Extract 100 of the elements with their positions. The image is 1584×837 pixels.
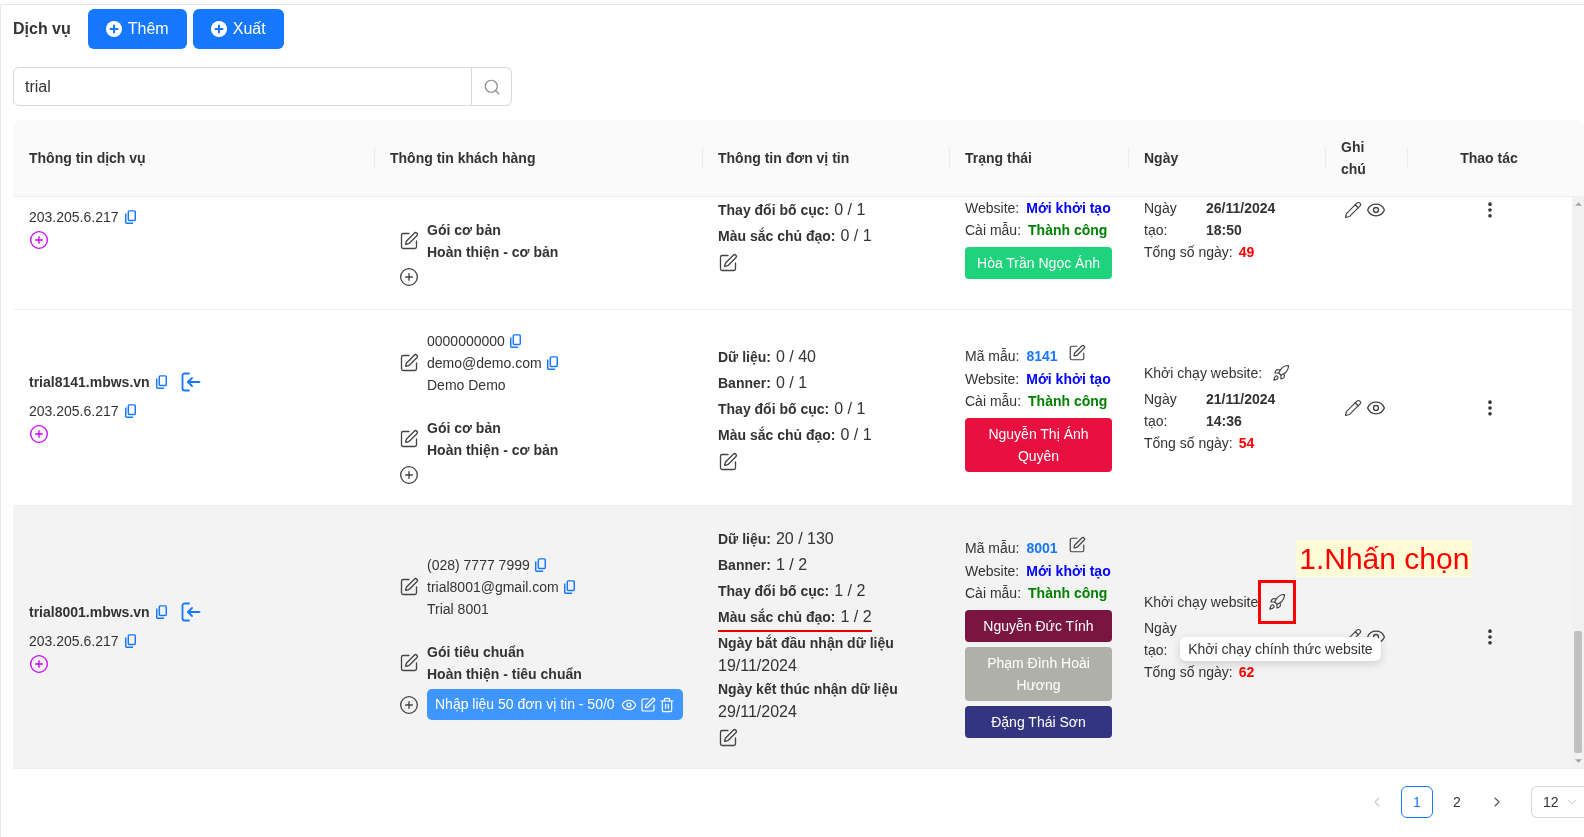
column-header: Trạng thái xyxy=(964,149,1032,168)
copy-icon[interactable] xyxy=(124,633,136,648)
period-label: Ngày bắt đầu nhận dữ liệu xyxy=(718,633,895,653)
column-header: Ghi chú xyxy=(1340,138,1367,179)
stat-label: Màu sắc chủ đạo: xyxy=(718,607,836,627)
scrollbar[interactable] xyxy=(1572,197,1584,769)
plus-circle-icon[interactable] xyxy=(399,267,419,287)
search-field[interactable]: trial xyxy=(13,67,472,106)
total-days-value: 62 xyxy=(1238,663,1255,682)
edit-icon[interactable] xyxy=(1067,536,1086,554)
page-title: Dịch vụ xyxy=(13,19,71,39)
created-label: Ngày tạo: xyxy=(1144,389,1177,431)
copy-icon[interactable] xyxy=(155,375,167,389)
email-text: trial8001@gmail.com xyxy=(427,578,559,597)
plus-circle-icon xyxy=(105,21,122,37)
total-days-label: Tổng số ngày: xyxy=(1144,433,1233,453)
package-text: Gói tiêu chuẩn xyxy=(427,643,526,662)
staff-tag: Nguyễn Đức Tính xyxy=(965,610,1112,642)
created-time: 18:50 xyxy=(1206,221,1243,240)
stat-value: 0 / 1 xyxy=(775,372,808,393)
status-value: Thành công xyxy=(1028,391,1108,411)
stat-label: Dữ liệu: xyxy=(718,530,771,549)
copy-icon[interactable] xyxy=(534,558,546,572)
page-button[interactable]: 1 xyxy=(1401,786,1433,818)
column-header: Thông tin đơn vị tin xyxy=(717,149,850,168)
period-date: 19/11/2024 xyxy=(718,656,798,676)
plus-circle-icon[interactable] xyxy=(399,465,419,485)
domain-text: trial8141.mbws.vn xyxy=(29,373,150,392)
ip-address-text: 203.205.6.217 xyxy=(29,208,119,227)
status-value: Thành công xyxy=(1028,221,1108,240)
package-text: Hoàn thiện - cơ bản xyxy=(427,243,559,262)
rocket-icon[interactable] xyxy=(1268,593,1287,611)
copy-icon[interactable] xyxy=(546,356,558,370)
edit-icon[interactable] xyxy=(399,653,419,673)
toolbar-button[interactable]: Thêm xyxy=(87,9,187,49)
copy-icon[interactable] xyxy=(509,334,521,348)
pencil-icon[interactable] xyxy=(1344,398,1362,417)
copy-icon[interactable] xyxy=(124,404,136,418)
trash-icon[interactable] xyxy=(658,696,675,713)
stat-label: Thay đổi bố cục: xyxy=(718,201,830,220)
total-days-value: 54 xyxy=(1238,433,1255,453)
edit-icon[interactable] xyxy=(399,231,419,251)
pencil-icon[interactable] xyxy=(1344,201,1362,219)
page-size-select[interactable]: 12 xyxy=(1531,786,1584,818)
period-label: Ngày kết thúc nhận dữ liệu xyxy=(718,680,899,699)
stat-value: 1 / 2 xyxy=(834,581,866,601)
edit-icon[interactable] xyxy=(718,728,738,748)
status-value: Mới khởi tạo xyxy=(1026,562,1111,581)
plus-circle-icon[interactable] xyxy=(29,424,49,444)
stat-value: 0 / 1 xyxy=(834,398,866,419)
page-button[interactable]: 2 xyxy=(1441,786,1473,818)
status-value: Mới khởi tạo xyxy=(1026,369,1111,389)
toolbar-button[interactable]: Xuất xyxy=(192,9,284,49)
status-label: Website: xyxy=(965,369,1020,389)
edit-icon[interactable] xyxy=(399,353,419,373)
stat-label: Màu sắc chủ đạo: xyxy=(718,226,836,246)
stat-value: 0 / 1 xyxy=(840,424,872,445)
stat-value: 1 / 2 xyxy=(840,607,872,627)
edit-icon[interactable] xyxy=(718,451,738,472)
created-time: 14:36 xyxy=(1206,411,1243,431)
plus-circle-icon xyxy=(210,21,227,37)
status-label: Mã mẫu: xyxy=(965,539,1020,558)
package-text: Gói cơ bản xyxy=(427,221,502,240)
status-label: Cài mẫu: xyxy=(965,584,1022,603)
staff-tag: Nguyễn Thị Ánh Quyên xyxy=(965,417,1112,472)
total-days-value: 49 xyxy=(1238,243,1255,262)
rocket-icon[interactable] xyxy=(1272,363,1291,382)
domain-text: trial8001.mbws.vn xyxy=(29,602,150,622)
stat-value: 0 / 40 xyxy=(775,346,816,367)
edit-icon[interactable] xyxy=(718,253,738,273)
status-label: Website: xyxy=(965,562,1020,581)
stat-label: Thay đổi bố cục: xyxy=(718,399,830,419)
column-header: Thông tin dịch vụ xyxy=(28,149,146,168)
search-icon xyxy=(482,77,501,96)
total-days-label: Tổng số ngày: xyxy=(1144,663,1233,682)
copy-icon[interactable] xyxy=(563,580,575,594)
stat-label: Banner: xyxy=(718,556,771,575)
copy-icon[interactable] xyxy=(124,210,136,224)
edit-icon[interactable] xyxy=(399,429,419,449)
tooltip: Khởi chạy chính thức website xyxy=(1180,637,1381,661)
plus-circle-icon[interactable] xyxy=(399,694,419,715)
stat-label: Banner: xyxy=(718,373,771,393)
edit-icon[interactable] xyxy=(1067,343,1086,362)
column-header: Thao tác xyxy=(1459,149,1519,168)
staff-tag: Đặng Thái Sơn xyxy=(965,706,1112,738)
status-label: Cài mẫu: xyxy=(965,221,1022,240)
copy-icon[interactable] xyxy=(155,604,167,619)
plus-circle-icon[interactable] xyxy=(29,653,49,674)
edit-icon[interactable] xyxy=(399,577,419,597)
plus-circle-icon[interactable] xyxy=(29,230,49,250)
stat-label: Màu sắc chủ đạo: xyxy=(718,425,836,445)
period-date: 29/11/2024 xyxy=(718,702,798,722)
launch-label: Khởi chạy website: xyxy=(1144,363,1263,383)
status-label: Cài mẫu: xyxy=(965,391,1022,411)
ip-address-text: 203.205.6.217 xyxy=(29,631,119,651)
task-text: Nhập liệu 50 đơn vị tin - 50/0 xyxy=(435,695,615,714)
launch-label: Khởi chạy website xyxy=(1144,593,1259,612)
scrollbar-thumb[interactable] xyxy=(1574,631,1582,753)
column-header: Ngày xyxy=(1143,149,1179,168)
status-value: 8141 xyxy=(1026,346,1058,366)
